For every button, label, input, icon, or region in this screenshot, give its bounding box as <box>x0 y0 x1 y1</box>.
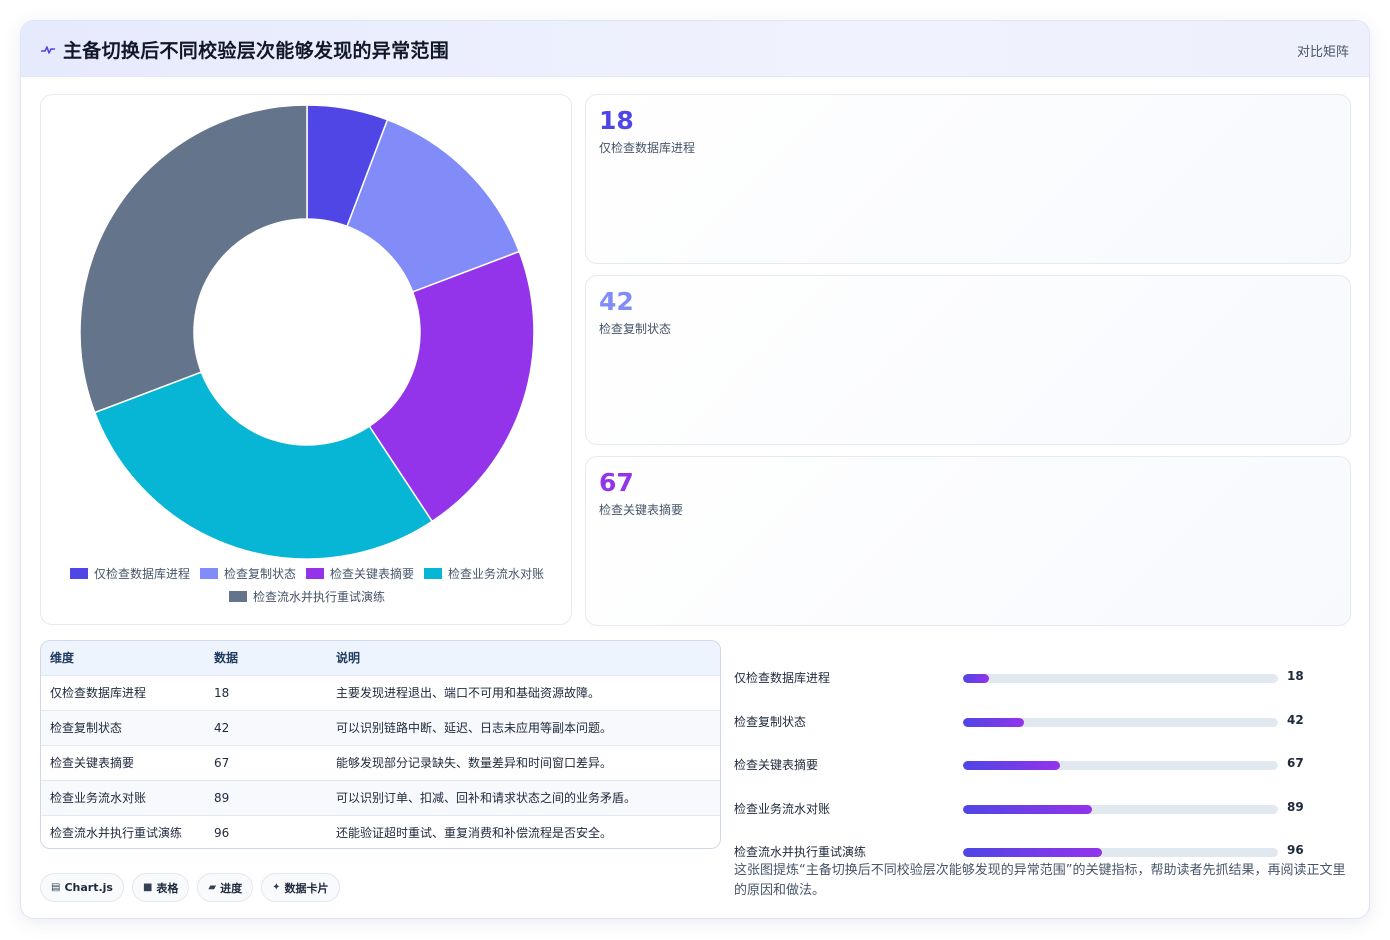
table-row: 检查复制状态 42 可以识别链路中断、延迟、日志未应用等副本问题。 <box>41 710 720 745</box>
chip-label: 表格 <box>156 881 179 895</box>
table-cell: 检查复制状态 <box>50 721 123 735</box>
table-header-row: 维度 数据 说明 <box>41 641 720 675</box>
table-cell: 可以识别链路中断、延迟、日志未应用等副本问题。 <box>336 721 613 735</box>
legend-swatch <box>424 568 443 579</box>
chart-legend: 仅检查数据库进程 检查复制状态 检查关键表摘要 检查业务流水对账检查流水并执行重试演练 <box>61 565 553 605</box>
stat-label: 检查关键表摘要 <box>599 503 684 517</box>
progress-row: 检查复制状态 42 <box>734 711 1354 731</box>
stat-card-1: 18 仅检查数据库进程 <box>585 94 1351 264</box>
progress-track <box>963 804 1278 814</box>
progress-label: 仅检查数据库进程 <box>734 671 831 685</box>
progress-list: 仅检查数据库进程 18 检查复制状态 42 检查关键表摘要 67 检查业务流水对账 89 检查流… <box>734 640 1354 859</box>
progress-label: 检查业务流水对账 <box>734 801 831 816</box>
stat-label: 仅检查数据库进程 <box>599 141 696 155</box>
stat-value: 67 <box>599 468 634 497</box>
legend-swatch <box>228 591 247 602</box>
progress-row: 检查关键表摘要 67 <box>734 754 1354 774</box>
table-cell: 可以识别订单、扣减、回补和请求状态之间的业务矛盾。 <box>336 791 637 805</box>
page-title: 主备切换后不同校验层次能够发现的异常范围 <box>63 40 450 62</box>
doughnut-slice-5[interactable] <box>79 104 308 414</box>
view-badge: 对比矩阵 <box>1296 45 1349 60</box>
table-cell: 主要发现进程退出、端口不可用和基础资源故障。 <box>336 686 601 700</box>
chip-label: Chart.js <box>64 881 113 894</box>
progress-row: 检查业务流水对账 89 <box>734 798 1354 818</box>
progress-value: 67 <box>1287 756 1304 770</box>
progress-value: 18 <box>1287 669 1304 683</box>
legend-label: 检查复制状态 <box>223 567 296 581</box>
legend-label: 检查业务流水对账 <box>448 567 545 581</box>
progress-label: 检查复制状态 <box>734 714 807 729</box>
progress-track <box>963 674 1278 683</box>
doughnut-slice-4[interactable] <box>93 371 434 560</box>
progress-value: 89 <box>1287 799 1304 814</box>
doughnut-chart <box>79 104 535 560</box>
progress-track <box>963 761 1278 770</box>
table-cell: 42 <box>214 720 230 735</box>
report-card: 主备切换后不同校验层次能够发现的异常范围 对比矩阵 仅检查数据库进程 检查复制状态… <box>20 20 1370 919</box>
progress-fill <box>963 804 1092 814</box>
table-cell: 89 <box>214 790 230 805</box>
chip-label: 数据卡片 <box>284 881 329 895</box>
chip-table[interactable]: ■ 表格 <box>131 873 190 902</box>
summary-note: 这张图提炼“主备切换后不同校验层次能够发现的异常范围”的关键指标，帮助读者先抓结… <box>734 863 1346 898</box>
progress-icon: ▰ <box>208 882 217 893</box>
table-row: 检查关键表摘要 67 能够发现部分记录缺失、数量差异和时间窗口差异。 <box>41 745 720 780</box>
table-cell: 仅检查数据库进程 <box>50 686 147 700</box>
table-row: 检查流水并执行重试演练 96 还能验证超时重试、重复消费和补偿流程是否安全。 <box>41 815 720 848</box>
legend-label: 检查关键表摘要 <box>330 567 415 581</box>
card-header: 主备切换后不同校验层次能够发现的异常范围 对比矩阵 <box>21 21 1369 77</box>
progress-fill <box>963 848 1102 857</box>
progress-label: 检查流水并执行重试演练 <box>734 845 867 859</box>
progress-row: 检查流水并执行重试演练 96 <box>734 841 1354 861</box>
legend-swatch <box>199 568 218 579</box>
stat-card-3: 67 检查关键表摘要 <box>585 456 1351 626</box>
legend-item[interactable]: 检查业务流水对账 <box>424 565 544 582</box>
progress-value: 42 <box>1287 712 1304 727</box>
table-cell: 能够发现部分记录缺失、数量差异和时间窗口差异。 <box>336 756 613 770</box>
table-row: 仅检查数据库进程 18 主要发现进程退出、端口不可用和基础资源故障。 <box>41 675 720 710</box>
legend-item[interactable]: 检查关键表摘要 <box>306 565 414 582</box>
stat-label: 检查复制状态 <box>599 322 672 336</box>
legend-item[interactable]: 检查流水并执行重试演练 <box>228 588 385 605</box>
chip-chart[interactable]: ▤ Chart.js <box>40 873 124 902</box>
legend-item[interactable]: 仅检查数据库进程 <box>69 565 190 582</box>
table-cell: 检查关键表摘要 <box>50 756 135 770</box>
chip-sparkle[interactable]: ✦ 数据卡片 <box>261 873 340 902</box>
doughnut-chart-panel: 仅检查数据库进程 检查复制状态 检查关键表摘要 检查业务流水对账检查流水并执行重试演练 <box>40 94 572 625</box>
progress-fill <box>963 761 1060 770</box>
legend-swatch <box>306 568 324 579</box>
chip-progress[interactable]: ▰ 进度 <box>197 873 254 902</box>
legend-label: 仅检查数据库进程 <box>93 567 190 581</box>
progress-row: 仅检查数据库进程 18 <box>734 667 1354 687</box>
progress-fill <box>963 674 989 683</box>
chart-icon: ▤ <box>51 882 61 893</box>
table-cell: 检查流水并执行重试演练 <box>50 826 183 841</box>
table-row: 检查业务流水对账 89 可以识别订单、扣减、回补和请求状态之间的业务矛盾。 <box>41 780 720 815</box>
progress-track <box>963 717 1278 727</box>
stat-value: 18 <box>599 106 634 135</box>
table-icon: ■ <box>142 882 153 893</box>
stat-card-2: 42 检查复制状态 <box>585 275 1351 445</box>
column-header: 维度 <box>50 651 75 666</box>
column-header: 数据 <box>214 651 239 666</box>
progress-label: 检查关键表摘要 <box>734 758 819 772</box>
progress-value: 96 <box>1287 843 1304 857</box>
legend-item[interactable]: 检查复制状态 <box>199 565 296 582</box>
table-cell: 67 <box>214 755 230 770</box>
chip-label: 进度 <box>220 881 243 895</box>
legend-label: 检查流水并执行重试演练 <box>252 590 385 604</box>
pulse-icon <box>41 46 55 54</box>
feature-chips: ▤ Chart.js ■ 表格 ▰ 进度 ✦ 数据卡片 <box>40 873 340 902</box>
table-cell: 18 <box>214 685 230 700</box>
progress-track <box>963 848 1278 857</box>
stat-value: 42 <box>599 287 634 316</box>
table-cell: 检查业务流水对账 <box>50 791 147 805</box>
sparkle-icon: ✦ <box>272 882 281 893</box>
data-table: 维度 数据 说明 仅检查数据库进程 18 主要发现进程退出、端口不可用和基础资源… <box>40 640 721 849</box>
table-cell: 96 <box>214 825 230 840</box>
legend-swatch <box>69 568 88 579</box>
table-cell: 还能验证超时重试、重复消费和补偿流程是否安全。 <box>336 826 613 841</box>
column-header: 说明 <box>336 651 361 666</box>
progress-fill <box>963 717 1024 727</box>
